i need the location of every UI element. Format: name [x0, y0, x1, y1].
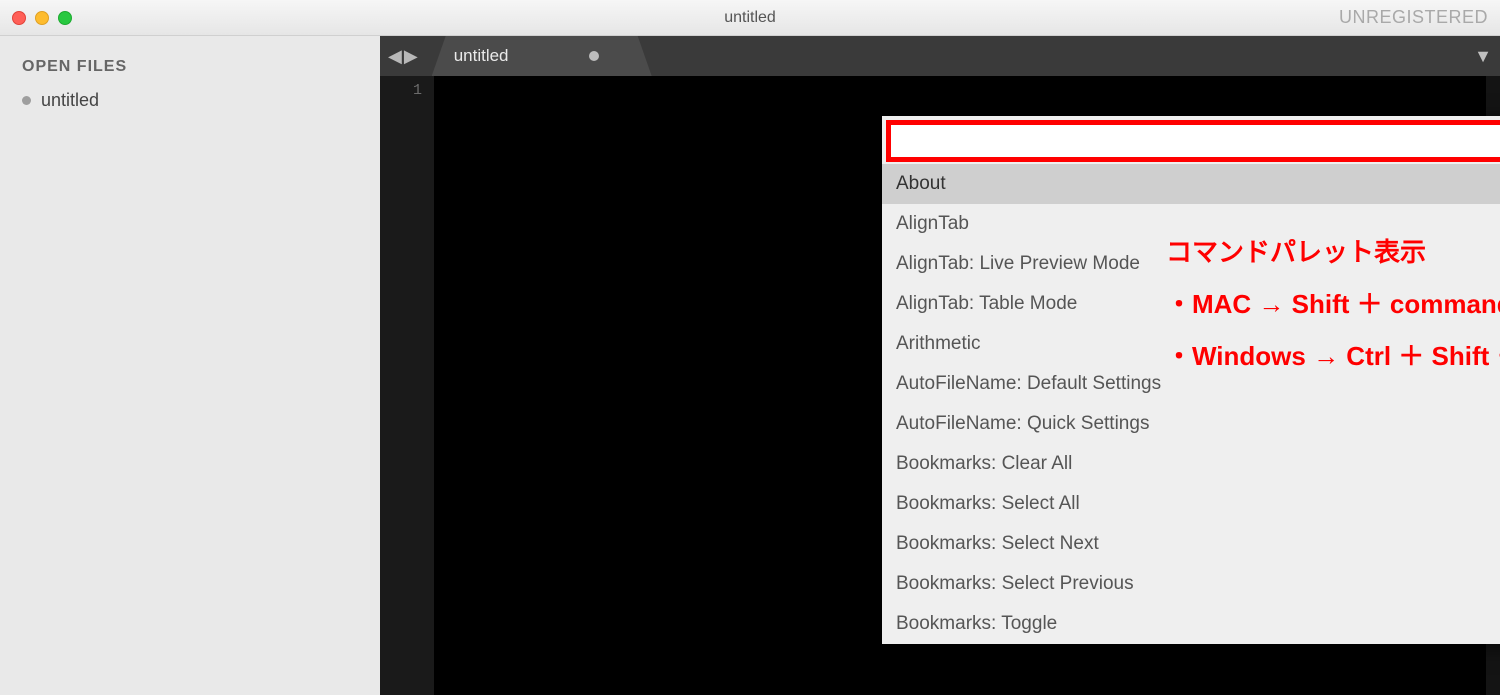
- palette-item-label: Bookmarks: Select Next: [896, 533, 1099, 555]
- zoom-window-button[interactable]: [58, 11, 72, 25]
- palette-item-label: Bookmarks: Select Previous: [896, 573, 1134, 595]
- window-controls: [12, 11, 72, 25]
- palette-item-label: AlignTab: Live Preview Mode: [896, 253, 1140, 275]
- minimize-window-button[interactable]: [35, 11, 49, 25]
- open-file-item[interactable]: untitled: [22, 90, 358, 111]
- palette-item-autofilename-quick[interactable]: AutoFileName: Quick Settings: [882, 404, 1500, 444]
- open-files-heading: OPEN FILES: [22, 58, 358, 76]
- palette-item-label: Arithmetic: [896, 333, 980, 355]
- palette-item-autofilename-default[interactable]: AutoFileName: Default Settings: [882, 364, 1500, 404]
- palette-item-bookmarks-select-previous[interactable]: Bookmarks: Select Previous ⇧F2: [882, 564, 1500, 604]
- editor-area: ◀ ▶ untitled ▼ 1 About: [380, 36, 1500, 695]
- palette-item-label: AlignTab: Table Mode: [896, 293, 1077, 315]
- palette-item-about[interactable]: About: [882, 164, 1500, 204]
- tab-label: untitled: [454, 46, 509, 66]
- dirty-indicator-icon: [22, 96, 31, 105]
- tab-history-nav: ◀ ▶: [388, 46, 418, 67]
- palette-item-aligntab[interactable]: AlignTab: [882, 204, 1500, 244]
- palette-item-label: AutoFileName: Default Settings: [896, 373, 1161, 395]
- workspace: OPEN FILES untitled ◀ ▶ untitled ▼ 1: [0, 36, 1500, 695]
- palette-item-label: AlignTab: [896, 213, 969, 235]
- line-number-gutter: 1: [380, 76, 434, 695]
- window-title: untitled: [0, 9, 1500, 27]
- tab-overflow-icon[interactable]: ▼: [1474, 46, 1492, 67]
- palette-item-label: About: [896, 173, 946, 195]
- tab-dirty-indicator-icon: [589, 51, 599, 61]
- palette-item-bookmarks-select-all[interactable]: Bookmarks: Select All: [882, 484, 1500, 524]
- tab-bar: ◀ ▶ untitled ▼: [380, 36, 1500, 76]
- palette-item-bookmarks-toggle[interactable]: Bookmarks: Toggle ^⇧R: [882, 604, 1500, 644]
- nav-back-icon[interactable]: ◀: [388, 46, 402, 67]
- palette-item-arithmetic[interactable]: Arithmetic: [882, 324, 1500, 364]
- palette-item-label: AutoFileName: Quick Settings: [896, 413, 1149, 435]
- open-file-label: untitled: [41, 90, 99, 111]
- titlebar: untitled UNREGISTERED: [0, 0, 1500, 36]
- palette-item-label: Bookmarks: Select All: [896, 493, 1080, 515]
- sidebar: OPEN FILES untitled: [0, 36, 380, 695]
- nav-forward-icon[interactable]: ▶: [404, 46, 418, 67]
- palette-item-label: Bookmarks: Clear All: [896, 453, 1072, 475]
- close-window-button[interactable]: [12, 11, 26, 25]
- tab-untitled[interactable]: untitled: [432, 36, 652, 76]
- command-palette: About AlignTab AlignTab: Live Preview Mo…: [882, 116, 1500, 644]
- palette-item-label: Bookmarks: Toggle: [896, 613, 1057, 635]
- command-palette-input[interactable]: [886, 120, 1500, 162]
- palette-item-aligntab-live-preview[interactable]: AlignTab: Live Preview Mode: [882, 244, 1500, 284]
- registration-status: UNREGISTERED: [1339, 7, 1488, 28]
- palette-item-aligntab-table-mode[interactable]: AlignTab: Table Mode: [882, 284, 1500, 324]
- command-palette-list: About AlignTab AlignTab: Live Preview Mo…: [882, 164, 1500, 644]
- palette-item-bookmarks-clear-all[interactable]: Bookmarks: Clear All ⇧⌘F2: [882, 444, 1500, 484]
- palette-item-bookmarks-select-next[interactable]: Bookmarks: Select Next ^R: [882, 524, 1500, 564]
- line-number: 1: [380, 82, 422, 99]
